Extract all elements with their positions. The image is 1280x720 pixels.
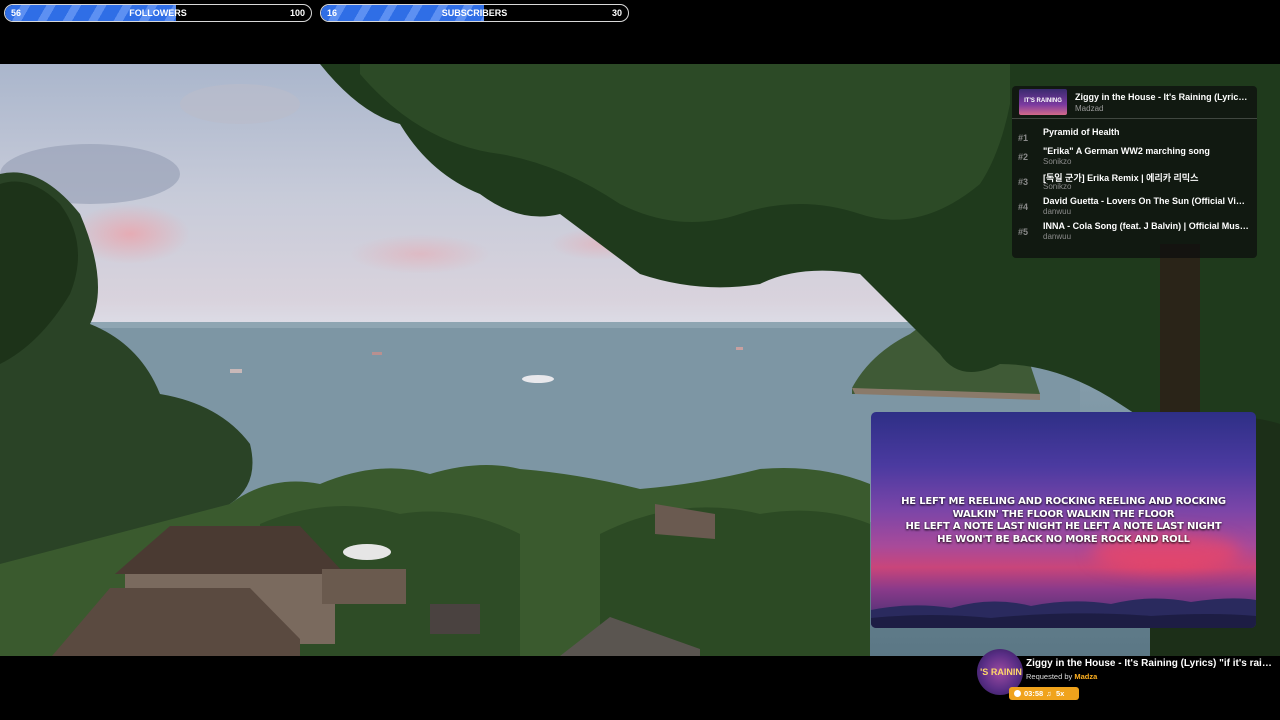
queue-item-title: INNA - Cola Song (feat. J Balvin) | Offi… (1043, 221, 1249, 231)
queue-item-artist: Sonikzo (1043, 157, 1072, 166)
subscribers-target: 30 (611, 8, 622, 18)
requester-name: Madza (1074, 672, 1098, 681)
queue-item-artist: danwuu (1043, 207, 1072, 216)
queue-now-playing: IT'S RAINING Ziggy in the House - It's R… (1012, 86, 1257, 119)
followers-goal-bar: 56 FOLLOWERS 100 (4, 4, 312, 22)
followers-target: 100 (289, 8, 305, 18)
followers-title: FOLLOWERS (129, 8, 187, 18)
clock-icon (1014, 690, 1021, 697)
thumbnail-label: IT'S RAINING (1024, 98, 1062, 104)
lyric-line: HE LEFT A NOTE LAST NIGHT HE LEFT A NOTE… (905, 521, 1222, 532)
queue-item: #3 [독일 군가] Erika Remix | 에리카 리믹스 Sonikzo (1018, 171, 1250, 195)
queue-now-title: Ziggy in the House - It's Raining (Lyric… (1075, 92, 1251, 102)
queue-item-number: #2 (1018, 152, 1029, 162)
song-queue-panel: IT'S RAINING Ziggy in the House - It's R… (1012, 86, 1257, 258)
queue-item-number: #4 (1018, 202, 1029, 212)
now-playing-thumbnail: IT'S RAINING (1019, 89, 1067, 115)
lyric-line: HE LEFT ME REELING AND ROCKING REELING A… (901, 496, 1226, 507)
queue-item-artist: Sonikzo (1043, 182, 1072, 191)
lyrics-text: HE LEFT ME REELING AND ROCKING REELING A… (871, 496, 1256, 546)
queue-count: 5x (1056, 689, 1065, 698)
queue-item: #2 "Erika" A German WW2 marching song So… (1018, 146, 1250, 170)
disc-label: 'S RAININ (980, 667, 1022, 677)
queue-item-number: #1 (1018, 133, 1029, 143)
requested-prefix: Requested by (1026, 672, 1073, 681)
queue-item-title: David Guetta - Lovers On The Sun (Offici… (1043, 196, 1249, 206)
queue-item: #5 INNA - Cola Song (feat. J Balvin) | O… (1018, 221, 1250, 245)
subscribers-goal-bar: 16 SUBSCRIBERS 30 (320, 4, 629, 22)
queue-item-title: [독일 군가] Erika Remix | 에리카 리믹스 (1043, 173, 1199, 183)
mountain-silhouette (871, 598, 1256, 628)
queue-now-artist: Madzad (1075, 104, 1104, 113)
now-playing-widget: 'S RAININ Ziggy in the House - It's Rain… (975, 648, 1275, 704)
lyric-line: HE WON'T BE BACK NO MORE ROCK AND ROLL (937, 533, 1190, 545)
queue-item-number: #3 (1018, 177, 1029, 187)
playback-info-chip: 03:58 ♫ 5x (1009, 687, 1079, 700)
subscribers-title: SUBSCRIBERS (441, 8, 508, 18)
requested-by: Requested by Madza (1026, 672, 1097, 681)
track-duration: 03:58 (1024, 689, 1044, 698)
queue-item-number: #5 (1018, 227, 1029, 237)
queue-item-title: "Erika" A German WW2 marching song (1043, 146, 1210, 156)
lyrics-video-card: HE LEFT ME REELING AND ROCKING REELING A… (871, 412, 1256, 628)
queue-item-artist: danwuu (1043, 232, 1072, 241)
music-note-icon: ♫ (1046, 689, 1052, 698)
queue-item-title: Pyramid of Health (1043, 127, 1120, 137)
now-playing-title: Ziggy in the House - It's Raining (Lyric… (1026, 658, 1272, 669)
lyric-line: WALKIN' THE FLOOR WALKIN THE FLOOR (952, 508, 1175, 520)
queue-item: #4 David Guetta - Lovers On The Sun (Off… (1018, 196, 1250, 220)
